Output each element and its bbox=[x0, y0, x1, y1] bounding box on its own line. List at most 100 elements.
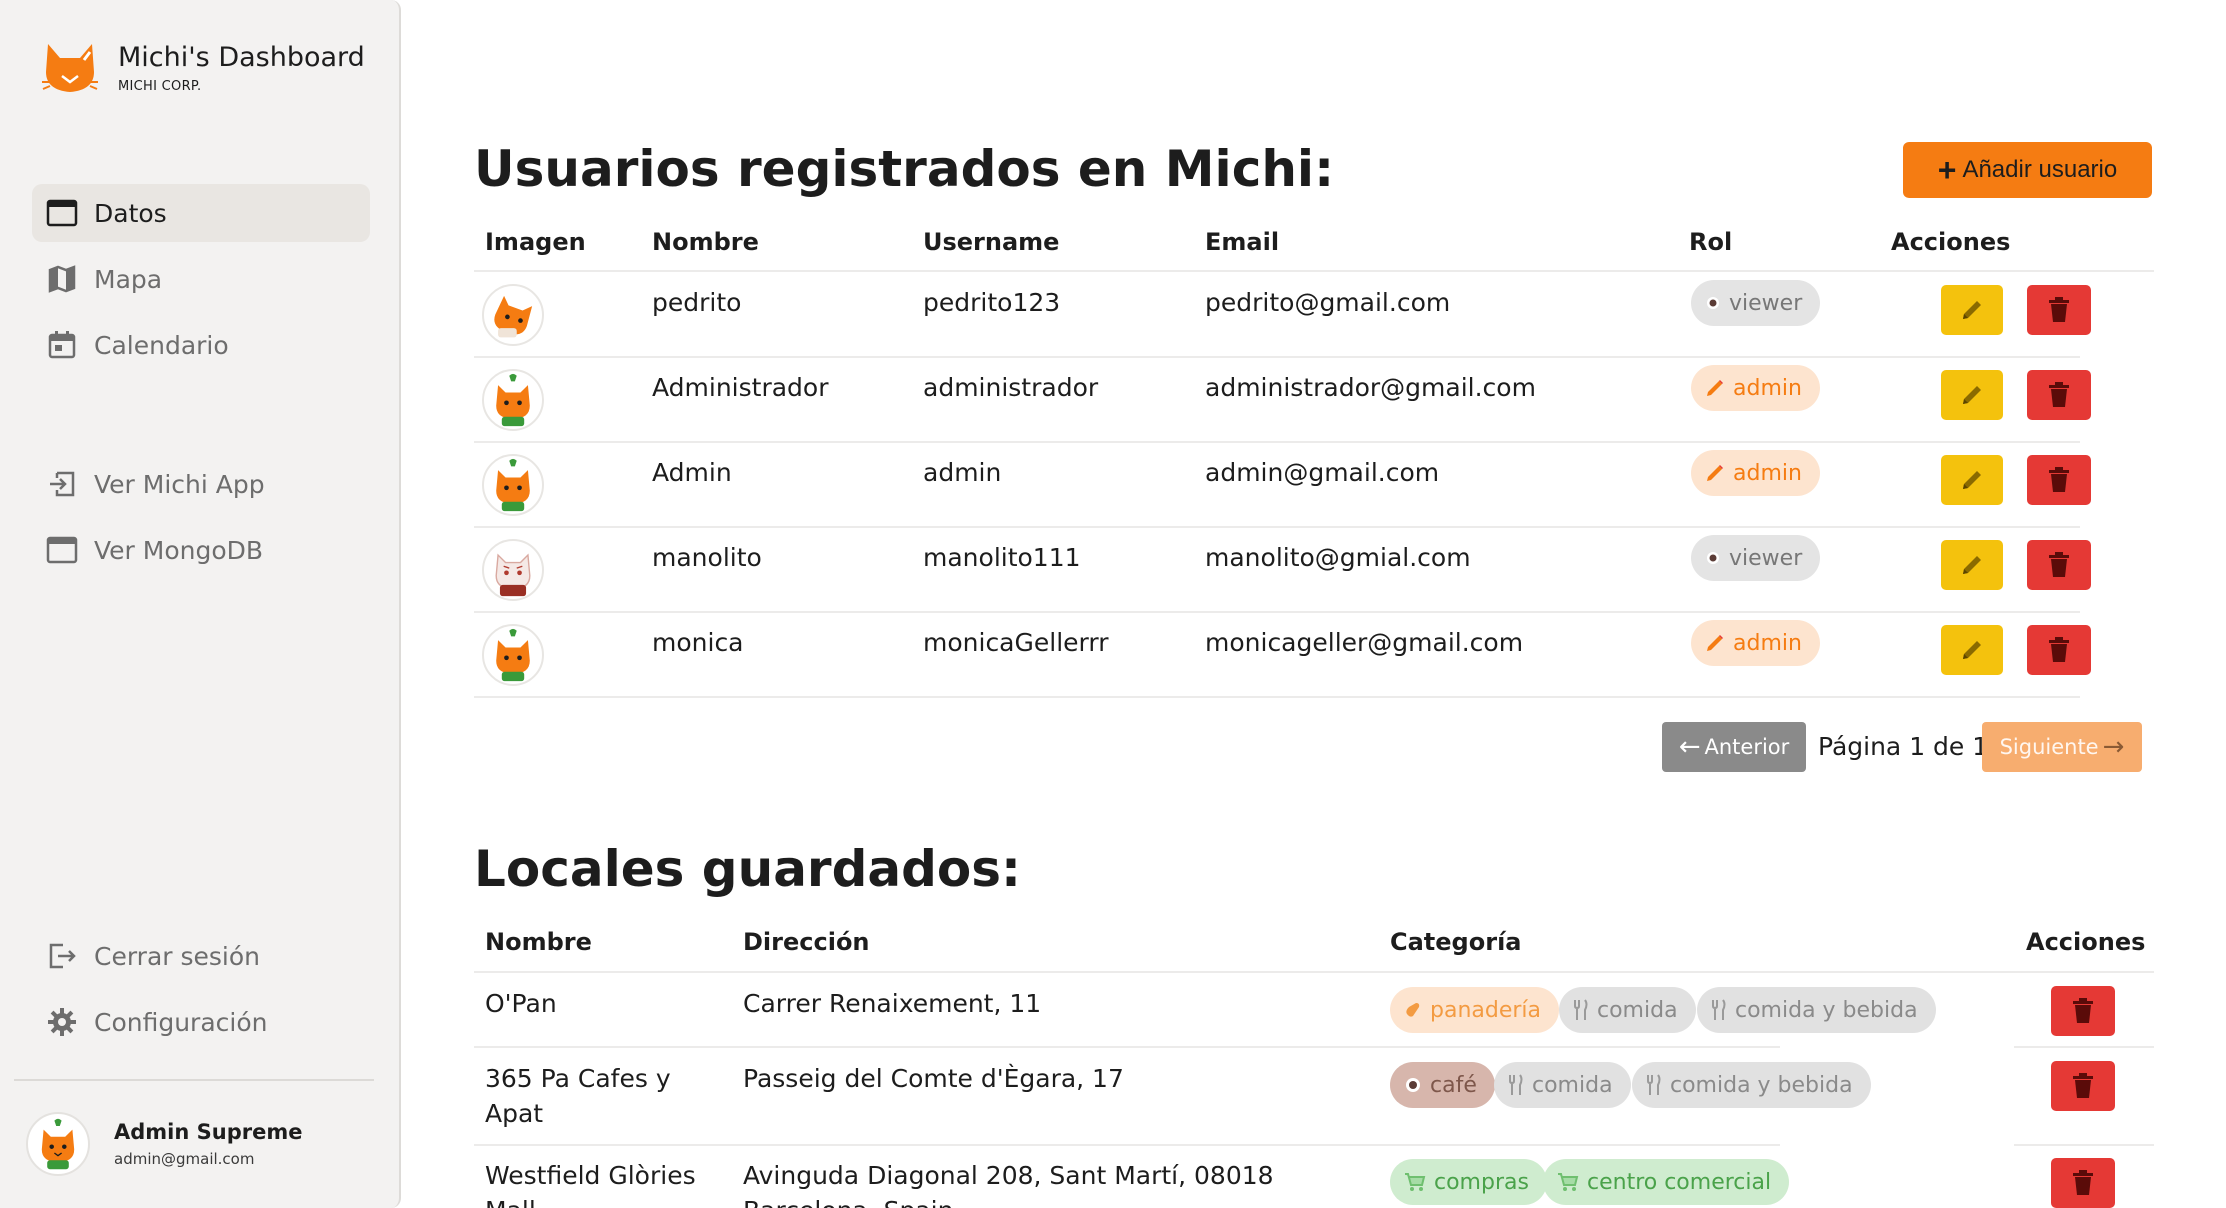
category-label: comida bbox=[1597, 997, 1678, 1023]
divider bbox=[474, 696, 2080, 698]
category-chip: comida bbox=[1559, 987, 1696, 1033]
brand[interactable]: Michi's Dashboard MICHI CORP. bbox=[40, 38, 365, 98]
trash-icon bbox=[2049, 637, 2069, 662]
sidebar-item-label: Ver MongoDB bbox=[94, 535, 264, 565]
add-user-button[interactable]: + Añadir usuario bbox=[1903, 142, 2152, 198]
column-header-username: Username bbox=[923, 228, 1060, 256]
next-page-button[interactable]: Siguiente → bbox=[1982, 722, 2142, 772]
avatar bbox=[482, 624, 544, 686]
delete-place-button[interactable] bbox=[2051, 1061, 2115, 1111]
role-badge-admin: admin bbox=[1691, 365, 1820, 411]
sidebar-item-ver-michi-app[interactable]: Ver Michi App bbox=[32, 455, 370, 513]
sidebar-item-label: Configuración bbox=[94, 1007, 268, 1037]
divider bbox=[474, 356, 2080, 358]
calendar-icon bbox=[46, 329, 78, 361]
column-header-nombre: Nombre bbox=[652, 228, 759, 256]
divider bbox=[474, 1046, 1780, 1048]
category-chip: comida y bebida bbox=[1697, 987, 1936, 1033]
brand-subtitle: MICHI CORP. bbox=[118, 79, 202, 94]
delete-user-button[interactable] bbox=[2027, 370, 2091, 420]
edit-user-button[interactable] bbox=[1941, 625, 2003, 675]
username-cell: pedrito123 bbox=[923, 288, 1061, 317]
divider bbox=[474, 971, 2154, 973]
category-chip: compras bbox=[1390, 1159, 1547, 1205]
cat-avatar-icon bbox=[496, 628, 530, 682]
divider bbox=[2014, 1144, 2154, 1146]
edit-user-button[interactable] bbox=[1941, 370, 2003, 420]
edit-user-button[interactable] bbox=[1941, 285, 2003, 335]
role-label: admin bbox=[1733, 630, 1802, 656]
trash-icon bbox=[2073, 1170, 2093, 1195]
avatar bbox=[482, 369, 544, 431]
cat-avatar-icon bbox=[496, 373, 530, 427]
sidebar-item-calendario[interactable]: Calendario bbox=[32, 316, 370, 374]
current-user[interactable]: Admin Supreme admin@gmail.com bbox=[26, 1112, 302, 1176]
address-cell: Carrer Renaixement, 11 bbox=[743, 989, 1042, 1018]
edit-user-button[interactable] bbox=[1941, 540, 2003, 590]
logout-icon bbox=[46, 940, 78, 972]
map-icon bbox=[46, 263, 78, 295]
eye-icon bbox=[1705, 295, 1721, 311]
category-label: centro comercial bbox=[1587, 1169, 1772, 1195]
category-label: comida y bebida bbox=[1735, 997, 1918, 1023]
plus-icon: + bbox=[1937, 151, 1957, 188]
category-label: café bbox=[1430, 1072, 1477, 1098]
avatar bbox=[482, 284, 544, 346]
place-name-cell-line2: Apat bbox=[485, 1099, 544, 1128]
category-label: panadería bbox=[1430, 997, 1542, 1023]
delete-user-button[interactable] bbox=[2027, 625, 2091, 675]
user-name-cell: manolito bbox=[652, 543, 762, 572]
role-badge-admin: admin bbox=[1691, 620, 1820, 666]
sidebar-item-configuracion[interactable]: Configuración bbox=[32, 993, 370, 1051]
place-name-cell: O'Pan bbox=[485, 989, 557, 1018]
email-cell: pedrito@gmail.com bbox=[1205, 288, 1451, 317]
sidebar-item-ver-mongodb[interactable]: Ver MongoDB bbox=[32, 521, 370, 579]
trash-icon bbox=[2049, 467, 2069, 492]
previous-page-button[interactable]: ← Anterior bbox=[1662, 722, 1806, 772]
places-title: Locales guardados: bbox=[474, 840, 1022, 898]
edit-user-button[interactable] bbox=[1941, 455, 2003, 505]
delete-user-button[interactable] bbox=[2027, 455, 2091, 505]
arrow-right-icon: → bbox=[2102, 732, 2125, 762]
sidebar-item-label: Calendario bbox=[94, 330, 229, 360]
username-cell: admin bbox=[923, 458, 1002, 487]
role-badge-viewer: viewer bbox=[1691, 535, 1821, 581]
trash-icon bbox=[2049, 552, 2069, 577]
page-indicator: Página 1 de 1 bbox=[1818, 732, 1989, 761]
role-badge-viewer: viewer bbox=[1691, 280, 1821, 326]
delete-user-button[interactable] bbox=[2027, 540, 2091, 590]
category-chip: café bbox=[1390, 1062, 1495, 1108]
next-label: Siguiente bbox=[1999, 735, 2099, 759]
pencil-icon bbox=[1705, 378, 1725, 398]
column-header-direccion: Dirección bbox=[743, 928, 870, 956]
pencil-icon bbox=[1963, 641, 1981, 659]
pencil-icon bbox=[1705, 463, 1725, 483]
cat-avatar-icon bbox=[495, 553, 531, 597]
place-name-cell-line2: Mall bbox=[485, 1196, 536, 1208]
delete-place-button[interactable] bbox=[2051, 1158, 2115, 1208]
sidebar-item-label: Ver Michi App bbox=[94, 469, 265, 499]
role-label: viewer bbox=[1729, 545, 1803, 571]
fork-knife-icon bbox=[1508, 1074, 1524, 1096]
avatar bbox=[26, 1112, 90, 1176]
login-arrow-icon bbox=[46, 468, 78, 500]
sidebar-item-datos[interactable]: Datos bbox=[32, 184, 370, 242]
users-title: Usuarios registrados en Michi: bbox=[474, 140, 1335, 198]
pencil-icon bbox=[1963, 471, 1981, 489]
avatar bbox=[482, 454, 544, 516]
fork-knife-icon bbox=[1573, 999, 1589, 1021]
category-chip: comida y bebida bbox=[1632, 1062, 1871, 1108]
category-label: compras bbox=[1434, 1169, 1529, 1195]
column-header-rol: Rol bbox=[1689, 228, 1733, 256]
sidebar-divider bbox=[14, 1079, 374, 1081]
window-icon bbox=[46, 534, 78, 566]
fork-knife-icon bbox=[1646, 1074, 1662, 1096]
pencil-icon bbox=[1963, 301, 1981, 319]
sidebar-item-cerrar-sesion[interactable]: Cerrar sesión bbox=[32, 927, 370, 985]
email-cell: monicageller@gmail.com bbox=[1205, 628, 1524, 657]
sidebar-item-mapa[interactable]: Mapa bbox=[32, 250, 370, 308]
cat-logo-icon bbox=[42, 44, 98, 92]
delete-user-button[interactable] bbox=[2027, 285, 2091, 335]
divider bbox=[2014, 1046, 2154, 1048]
delete-place-button[interactable] bbox=[2051, 986, 2115, 1036]
